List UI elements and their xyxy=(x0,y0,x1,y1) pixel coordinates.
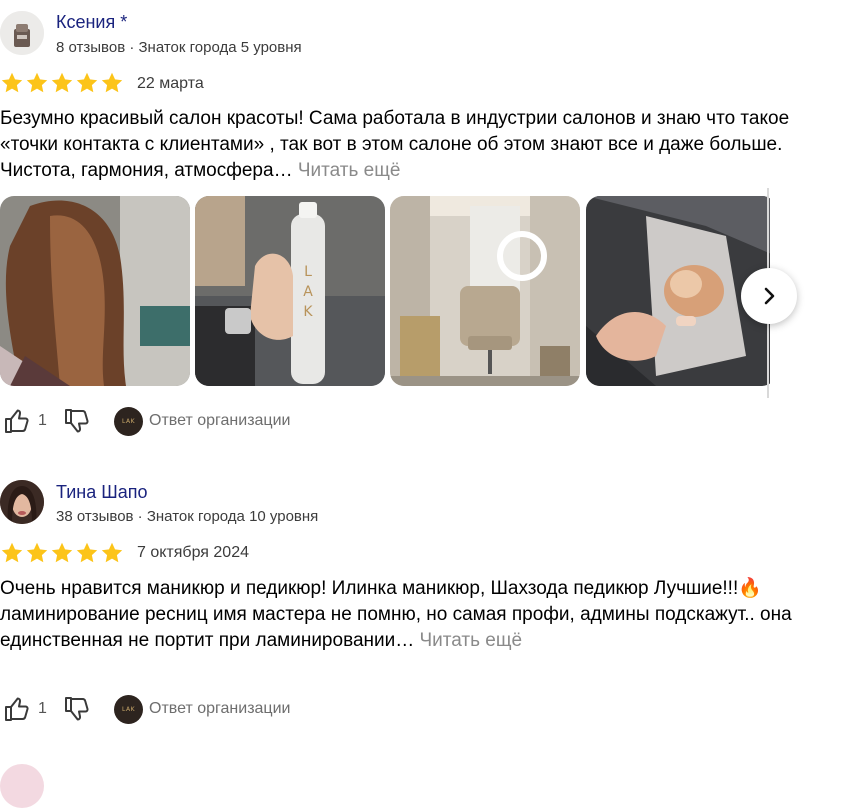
review-body: Очень нравится маникюр и педикюр! Илинка… xyxy=(0,578,792,651)
svg-text:K: K xyxy=(303,304,313,320)
star-icon xyxy=(0,541,24,565)
photo-water-bottle[interactable]: L A K xyxy=(195,196,385,386)
author-name[interactable]: Ксения * xyxy=(56,12,127,33)
star-icon xyxy=(50,541,74,565)
thumb-down-icon[interactable] xyxy=(62,406,92,436)
star-icon xyxy=(25,541,49,565)
star-icon xyxy=(100,541,124,565)
avatar[interactable] xyxy=(0,11,44,55)
gallery-next-button[interactable] xyxy=(741,268,797,324)
org-logo: LAK xyxy=(114,695,143,724)
thumb-up-icon[interactable] xyxy=(2,694,32,724)
rating-stars xyxy=(0,71,124,95)
author-name[interactable]: Тина Шапо xyxy=(56,482,147,503)
svg-text:L: L xyxy=(304,264,312,280)
thumb-down-icon[interactable] xyxy=(62,694,92,724)
org-reply-link[interactable]: Ответ организации xyxy=(149,700,290,718)
author-meta: 8 отзывов · Знаток города 5 уровня xyxy=(56,39,302,56)
review-date: 22 марта xyxy=(137,75,204,92)
review-date: 7 октября 2024 xyxy=(137,544,249,561)
star-icon xyxy=(50,71,74,95)
like-count: 1 xyxy=(38,412,47,429)
like-count: 1 xyxy=(38,700,47,717)
read-more-link[interactable]: Читать ещё xyxy=(298,160,401,181)
photo-gallery: L A K xyxy=(0,196,770,386)
svg-text:A: A xyxy=(303,284,313,300)
star-icon xyxy=(0,71,24,95)
star-icon xyxy=(100,71,124,95)
read-more-link[interactable]: Читать ещё xyxy=(420,630,523,651)
review-actions: 1 LAK Ответ организации xyxy=(0,694,600,724)
review-actions: 1 LAK Ответ организации xyxy=(0,406,600,436)
photo-salon-interior[interactable] xyxy=(390,196,580,386)
star-icon xyxy=(75,541,99,565)
star-icon xyxy=(25,71,49,95)
chevron-right-icon xyxy=(764,287,775,305)
star-icon xyxy=(75,71,99,95)
org-reply-link[interactable]: Ответ организации xyxy=(149,412,290,430)
org-logo: LAK xyxy=(114,407,143,436)
rating-stars xyxy=(0,541,124,565)
review-text: Очень нравится маникюр и педикюр! Илинка… xyxy=(0,576,800,654)
author-meta: 38 отзывов · Знаток города 10 уровня xyxy=(56,508,319,525)
photo-hair[interactable] xyxy=(0,196,190,386)
review-text: Безумно красивый салон красоты! Сама раб… xyxy=(0,106,800,184)
avatar[interactable] xyxy=(0,480,44,524)
thumb-up-icon[interactable] xyxy=(2,406,32,436)
